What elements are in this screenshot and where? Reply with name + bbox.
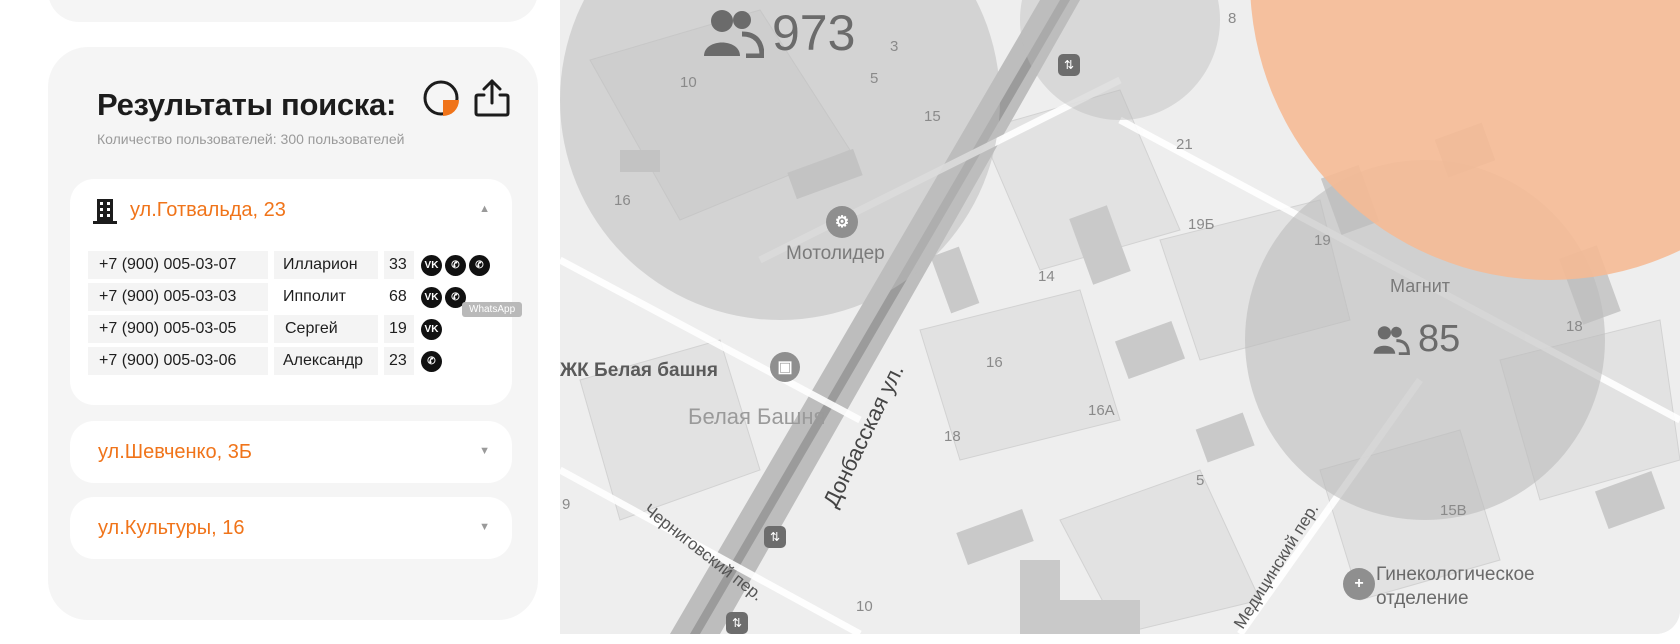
- map-view[interactable]: 973 85 ⚙ ▣ + ⇅ ⇅ ⇅ Мотолидер ЖК Белая ба…: [560, 0, 1680, 634]
- place-label: Мотолидер: [786, 243, 885, 264]
- phone-cell[interactable]: +7 (900) 005-03-03: [88, 283, 268, 311]
- house-number: 10: [856, 598, 873, 615]
- house-number: 10: [680, 74, 697, 91]
- building-icon: [92, 197, 118, 225]
- chevron-down-icon[interactable]: ▼: [479, 445, 490, 457]
- whatsapp-tooltip: WhatsApp: [462, 302, 523, 317]
- transit-icon[interactable]: ⇅: [726, 612, 748, 634]
- pie-chart-button[interactable]: [422, 79, 462, 119]
- users-count-text: Количество пользователей: 300 пользовате…: [97, 131, 405, 147]
- age-cell: 23: [384, 347, 414, 375]
- phone-cell[interactable]: +7 (900) 005-03-05: [88, 315, 268, 343]
- people-icon: [1372, 325, 1410, 355]
- place-label: ЖК Белая башня: [560, 360, 718, 381]
- house-number: 5: [870, 70, 879, 87]
- address-title[interactable]: ул.Культуры, 16: [98, 517, 245, 540]
- address-title[interactable]: ул.Шевченко, 3Б: [98, 441, 252, 464]
- name-cell: Александр: [274, 347, 378, 375]
- cluster-count-value: 85: [1418, 318, 1461, 360]
- house-number: 18: [1566, 318, 1583, 335]
- vk-icon[interactable]: VK: [421, 319, 442, 340]
- house-number: 15: [924, 108, 941, 125]
- whatsapp-icon[interactable]: ✆: [469, 255, 490, 276]
- name-cell: Сергей: [274, 315, 378, 343]
- transit-icon[interactable]: ⇅: [1058, 54, 1080, 76]
- share-button[interactable]: [472, 77, 512, 119]
- hospital-icon[interactable]: +: [1343, 568, 1375, 600]
- house-number: 9: [562, 496, 571, 513]
- house-number: 8: [1228, 10, 1237, 27]
- vk-icon[interactable]: VK: [421, 287, 442, 308]
- house-number: 16А: [1088, 402, 1115, 419]
- briefcase-icon[interactable]: ▣: [770, 352, 800, 382]
- cluster-count-973[interactable]: 973: [702, 4, 855, 62]
- phone-cell[interactable]: +7 (900) 005-03-06: [88, 347, 268, 375]
- whatsapp-icon[interactable]: ✆: [421, 351, 442, 372]
- pie-chart-icon: [423, 80, 459, 116]
- whatsapp-icon[interactable]: ✆: [445, 255, 466, 276]
- cluster-count-85[interactable]: 85: [1372, 318, 1460, 361]
- place-label: Магнит: [1390, 276, 1451, 296]
- house-number: 14: [1038, 268, 1055, 285]
- age-cell: 19: [384, 315, 414, 343]
- transit-icon[interactable]: ⇅: [764, 526, 786, 548]
- place-label: отделение: [1376, 588, 1469, 609]
- page-title: Результаты поиска:: [97, 87, 396, 122]
- place-label: Белая Башня: [688, 404, 826, 429]
- phone-cell[interactable]: +7 (900) 005-03-07: [88, 251, 268, 279]
- address-title[interactable]: ул.Готвальда, 23: [130, 199, 286, 222]
- name-cell: Ипполит: [274, 283, 378, 311]
- house-number: 3: [890, 38, 899, 55]
- people-icon: [702, 8, 764, 58]
- house-number: 5: [1196, 472, 1205, 489]
- age-cell: 33: [384, 251, 414, 279]
- chevron-up-icon[interactable]: ▲: [479, 203, 490, 215]
- address-card-gottwald: ул.Готвальда, 23 ▲ +7 (900) 005-03-07 Ил…: [70, 179, 512, 405]
- age-cell: 68: [384, 283, 414, 311]
- map-canvas[interactable]: [560, 0, 1680, 634]
- search-results-panel: Результаты поиска: Количество пользовате…: [48, 47, 538, 620]
- place-label: Гинекологическое: [1376, 564, 1535, 585]
- name-cell: Илларион: [274, 251, 378, 279]
- house-number: 18: [944, 428, 961, 445]
- address-card-kultury[interactable]: ул.Культуры, 16 ▼: [70, 497, 512, 559]
- share-icon: [474, 79, 510, 117]
- previous-card: [48, 0, 538, 22]
- car-service-icon[interactable]: ⚙: [826, 206, 858, 238]
- vk-icon[interactable]: VK: [421, 255, 442, 276]
- house-number: 21: [1176, 136, 1193, 153]
- house-number: 19: [1314, 232, 1331, 249]
- house-number: 16: [614, 192, 631, 209]
- house-number: 15В: [1440, 502, 1467, 519]
- address-card-shevchenko[interactable]: ул.Шевченко, 3Б ▼: [70, 421, 512, 483]
- house-number: 16: [986, 354, 1003, 371]
- cluster-count-value: 973: [772, 5, 856, 61]
- house-number: 19Б: [1188, 216, 1215, 233]
- chevron-down-icon[interactable]: ▼: [479, 521, 490, 533]
